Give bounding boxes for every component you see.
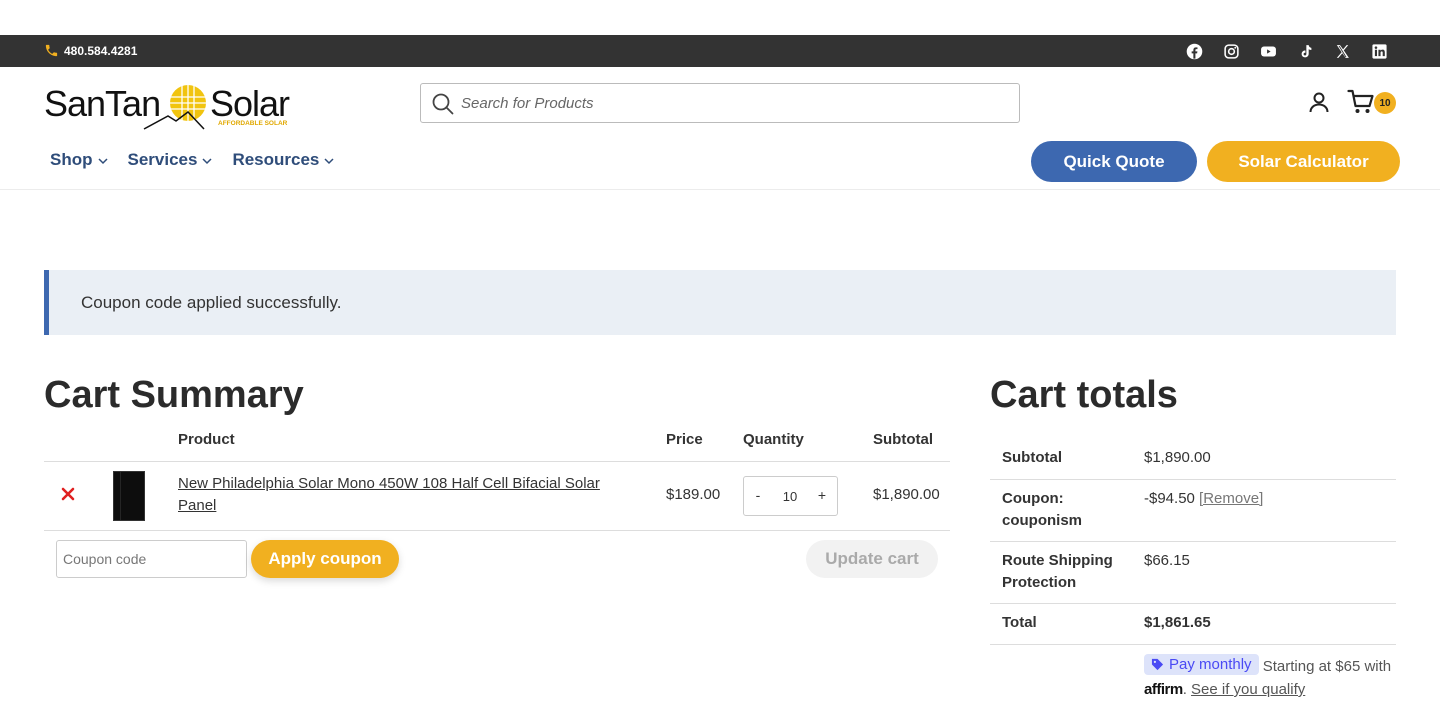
nav-item-shop[interactable]: Shop: [50, 150, 108, 170]
table-divider: [44, 530, 950, 531]
phone-link[interactable]: 480.584.4281: [44, 43, 137, 58]
column-header-subtotal: Subtotal: [873, 431, 933, 448]
chevron-down-icon: [202, 157, 212, 164]
nav-item-services[interactable]: Services: [128, 150, 213, 170]
solar-calculator-button[interactable]: Solar Calculator: [1207, 141, 1400, 182]
search-icon[interactable]: [431, 92, 455, 116]
quantity-input[interactable]: 10: [772, 489, 808, 504]
cart-count-badge[interactable]: 10: [1374, 92, 1396, 114]
apply-coupon-button[interactable]: Apply coupon: [251, 540, 399, 578]
update-cart-button[interactable]: Update cart: [806, 540, 938, 578]
product-thumbnail[interactable]: [113, 471, 145, 521]
totals-divider: [990, 644, 1396, 645]
instagram-icon[interactable]: [1222, 42, 1240, 60]
product-subtotal: $1,890.00: [873, 486, 940, 503]
notice-text: Coupon code applied successfully.: [81, 293, 342, 312]
product-price: $189.00: [666, 486, 721, 503]
column-header-product: Product: [178, 431, 235, 448]
column-header-quantity: Quantity: [743, 431, 804, 448]
column-header-price: Price: [666, 431, 703, 448]
totals-divider: [990, 603, 1396, 604]
affirm-badge[interactable]: Pay monthly: [1144, 654, 1259, 675]
subtotal-value: $1,890.00: [1144, 449, 1211, 466]
logo-graphic: SanTan Solar AFFORDABLE SOLAR: [44, 83, 291, 130]
phone-number: 480.584.4281: [64, 43, 138, 58]
product-name-link[interactable]: New Philadelphia Solar Mono 450W 108 Hal…: [178, 473, 628, 517]
nav-item-resources[interactable]: Resources: [232, 150, 334, 170]
account-icon[interactable]: [1307, 90, 1331, 114]
subtotal-label: Subtotal: [1002, 449, 1062, 466]
linkedin-icon[interactable]: [1370, 42, 1388, 60]
top-bar: 480.584.4281: [0, 35, 1440, 67]
logo-tagline: AFFORDABLE SOLAR: [218, 120, 288, 127]
nav-item-label: Resources: [232, 150, 320, 169]
table-divider: [44, 461, 950, 462]
cart-summary-title: Cart Summary: [44, 374, 304, 416]
search-bar: [420, 83, 1020, 123]
search-input[interactable]: [461, 85, 1011, 121]
svg-text:Solar: Solar: [210, 83, 290, 124]
main-nav: Shop Services Resources: [50, 150, 334, 170]
totals-divider: [990, 479, 1396, 480]
cart-icon[interactable]: [1347, 89, 1375, 115]
facebook-icon[interactable]: [1185, 42, 1203, 60]
quantity-decrease-button[interactable]: -: [748, 487, 768, 503]
affirm-promo: Pay monthly Starting at $65 with affirm.…: [1144, 654, 1394, 701]
coupon-notice: Coupon code applied successfully.: [44, 270, 1396, 335]
affirm-qualify-link[interactable]: See if you qualify: [1191, 681, 1305, 698]
nav-item-label: Shop: [50, 150, 93, 169]
remove-coupon-link[interactable]: [Remove]: [1199, 490, 1263, 507]
affirm-logo: affirm: [1144, 681, 1183, 698]
x-icon[interactable]: [1333, 42, 1351, 60]
chevron-down-icon: [97, 157, 108, 164]
totals-divider: [990, 541, 1396, 542]
shipping-protection-label: Route Shipping Protection: [1002, 552, 1113, 591]
coupon-value-row: -$94.50 [Remove]: [1144, 488, 1263, 510]
header-divider: [0, 189, 1440, 190]
total-label: Total: [1002, 614, 1037, 631]
tag-icon: [1151, 658, 1164, 671]
social-links: [1185, 42, 1388, 60]
coupon-discount: -$94.50: [1144, 490, 1195, 507]
quantity-stepper: - 10 +: [743, 476, 838, 516]
quantity-increase-button[interactable]: +: [812, 487, 832, 503]
cart-totals-title: Cart totals: [990, 374, 1178, 416]
chevron-down-icon: [324, 157, 334, 164]
phone-icon: [45, 44, 58, 57]
site-logo[interactable]: SanTan Solar AFFORDABLE SOLAR: [44, 78, 296, 130]
tiktok-icon[interactable]: [1296, 42, 1314, 60]
affirm-text: Starting at $65 with: [1262, 658, 1392, 675]
total-value: $1,861.65: [1144, 614, 1211, 631]
remove-item-icon[interactable]: [60, 486, 76, 502]
affirm-badge-label: Pay monthly: [1169, 656, 1252, 673]
quick-quote-button[interactable]: Quick Quote: [1031, 141, 1197, 182]
coupon-label: Coupon: couponism: [1002, 490, 1083, 529]
coupon-code-input[interactable]: [56, 540, 247, 578]
nav-item-label: Services: [127, 150, 198, 169]
youtube-icon[interactable]: [1259, 42, 1277, 60]
svg-text:SanTan: SanTan: [44, 83, 160, 124]
shipping-protection-value: $66.15: [1144, 552, 1190, 569]
